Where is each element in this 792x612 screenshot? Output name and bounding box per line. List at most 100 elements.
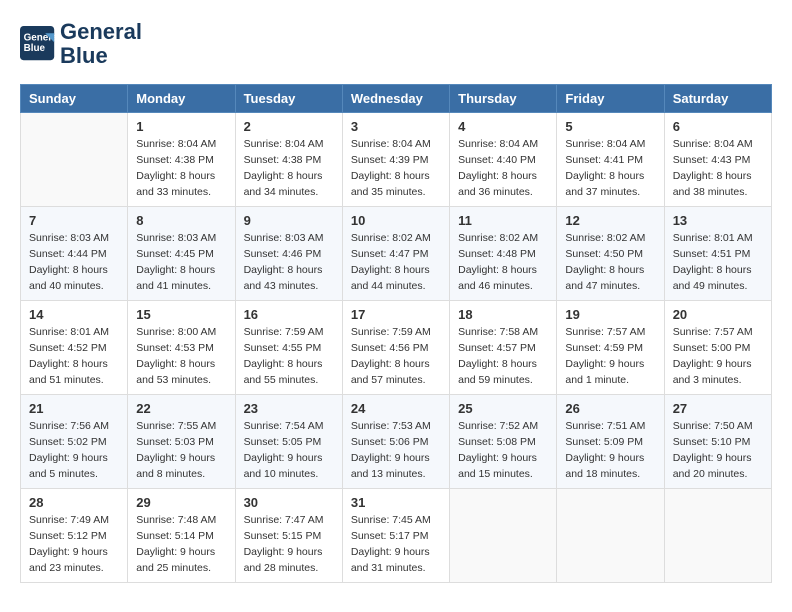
day-info: Sunrise: 7:51 AM Sunset: 5:09 PM Dayligh… [565, 419, 655, 482]
calendar-cell: 15 Sunrise: 8:00 AM Sunset: 4:53 PM Dayli… [128, 301, 235, 395]
day-info: Sunrise: 8:01 AM Sunset: 4:52 PM Dayligh… [29, 325, 119, 388]
calendar-cell: 14 Sunrise: 8:01 AM Sunset: 4:52 PM Dayli… [21, 301, 128, 395]
weekday-header-friday: Friday [557, 85, 664, 113]
day-number: 4 [458, 119, 548, 134]
week-row-5: 28 Sunrise: 7:49 AM Sunset: 5:12 PM Dayli… [21, 489, 772, 583]
weekday-header-row: SundayMondayTuesdayWednesdayThursdayFrid… [21, 85, 772, 113]
day-info: Sunrise: 8:02 AM Sunset: 4:47 PM Dayligh… [351, 231, 441, 294]
day-number: 21 [29, 401, 119, 416]
calendar-cell: 10 Sunrise: 8:02 AM Sunset: 4:47 PM Dayli… [342, 207, 449, 301]
day-info: Sunrise: 7:59 AM Sunset: 4:55 PM Dayligh… [244, 325, 334, 388]
day-info: Sunrise: 7:50 AM Sunset: 5:10 PM Dayligh… [673, 419, 763, 482]
day-info: Sunrise: 7:48 AM Sunset: 5:14 PM Dayligh… [136, 513, 226, 576]
calendar-cell: 4Sunrise: 8:04 AM Sunset: 4:40 PM Daylig… [450, 113, 557, 207]
day-info: Sunrise: 8:04 AM Sunset: 4:38 PM Dayligh… [244, 137, 334, 200]
calendar-cell: 26 Sunrise: 7:51 AM Sunset: 5:09 PM Dayli… [557, 395, 664, 489]
day-number: 14 [29, 307, 119, 322]
logo-icon: General Blue [20, 26, 56, 62]
calendar-table: SundayMondayTuesdayWednesdayThursdayFrid… [20, 84, 772, 583]
calendar-cell: 12Sunrise: 8:02 AM Sunset: 4:50 PM Dayli… [557, 207, 664, 301]
day-number: 20 [673, 307, 763, 322]
day-number: 31 [351, 495, 441, 510]
day-info: Sunrise: 7:58 AM Sunset: 4:57 PM Dayligh… [458, 325, 548, 388]
day-number: 9 [244, 213, 334, 228]
calendar-cell [450, 489, 557, 583]
calendar-cell: 27Sunrise: 7:50 AM Sunset: 5:10 PM Dayli… [664, 395, 771, 489]
day-number: 13 [673, 213, 763, 228]
day-number: 24 [351, 401, 441, 416]
day-info: Sunrise: 7:53 AM Sunset: 5:06 PM Dayligh… [351, 419, 441, 482]
day-info: Sunrise: 8:04 AM Sunset: 4:43 PM Dayligh… [673, 137, 763, 200]
calendar-cell: 2 Sunrise: 8:04 AM Sunset: 4:38 PM Daylig… [235, 113, 342, 207]
day-info: Sunrise: 8:04 AM Sunset: 4:38 PM Dayligh… [136, 137, 226, 200]
day-number: 10 [351, 213, 441, 228]
day-number: 26 [565, 401, 655, 416]
day-info: Sunrise: 8:04 AM Sunset: 4:39 PM Dayligh… [351, 137, 441, 200]
day-number: 22 [136, 401, 226, 416]
day-number: 1 [136, 119, 226, 134]
calendar-cell: 13 Sunrise: 8:01 AM Sunset: 4:51 PM Dayli… [664, 207, 771, 301]
calendar-cell: 17 Sunrise: 7:59 AM Sunset: 4:56 PM Dayli… [342, 301, 449, 395]
day-number: 28 [29, 495, 119, 510]
calendar-cell: 20 Sunrise: 7:57 AM Sunset: 5:00 PM Dayli… [664, 301, 771, 395]
day-number: 2 [244, 119, 334, 134]
day-number: 16 [244, 307, 334, 322]
day-info: Sunrise: 7:59 AM Sunset: 4:56 PM Dayligh… [351, 325, 441, 388]
day-info: Sunrise: 8:02 AM Sunset: 4:48 PM Dayligh… [458, 231, 548, 294]
page-header: General Blue General Blue [20, 20, 772, 68]
day-info: Sunrise: 8:03 AM Sunset: 4:44 PM Dayligh… [29, 231, 119, 294]
day-info: Sunrise: 7:45 AM Sunset: 5:17 PM Dayligh… [351, 513, 441, 576]
calendar-cell: 19Sunrise: 7:57 AM Sunset: 4:59 PM Dayli… [557, 301, 664, 395]
day-number: 17 [351, 307, 441, 322]
logo-text: General Blue [60, 20, 142, 68]
day-info: Sunrise: 7:47 AM Sunset: 5:15 PM Dayligh… [244, 513, 334, 576]
calendar-cell: 5 Sunrise: 8:04 AM Sunset: 4:41 PM Daylig… [557, 113, 664, 207]
weekday-header-tuesday: Tuesday [235, 85, 342, 113]
calendar-cell: 1 Sunrise: 8:04 AM Sunset: 4:38 PM Daylig… [128, 113, 235, 207]
day-info: Sunrise: 7:57 AM Sunset: 5:00 PM Dayligh… [673, 325, 763, 388]
calendar-cell: 8Sunrise: 8:03 AM Sunset: 4:45 PM Daylig… [128, 207, 235, 301]
day-info: Sunrise: 8:00 AM Sunset: 4:53 PM Dayligh… [136, 325, 226, 388]
weekday-header-saturday: Saturday [664, 85, 771, 113]
calendar-cell: 31 Sunrise: 7:45 AM Sunset: 5:17 PM Dayli… [342, 489, 449, 583]
calendar-cell: 22 Sunrise: 7:55 AM Sunset: 5:03 PM Dayli… [128, 395, 235, 489]
calendar-cell: 25Sunrise: 7:52 AM Sunset: 5:08 PM Dayli… [450, 395, 557, 489]
weekday-header-monday: Monday [128, 85, 235, 113]
day-number: 30 [244, 495, 334, 510]
day-number: 11 [458, 213, 548, 228]
day-info: Sunrise: 7:56 AM Sunset: 5:02 PM Dayligh… [29, 419, 119, 482]
calendar-cell: 23 Sunrise: 7:54 AM Sunset: 5:05 PM Dayli… [235, 395, 342, 489]
day-number: 12 [565, 213, 655, 228]
calendar-cell: 11 Sunrise: 8:02 AM Sunset: 4:48 PM Dayli… [450, 207, 557, 301]
week-row-4: 21 Sunrise: 7:56 AM Sunset: 5:02 PM Dayli… [21, 395, 772, 489]
week-row-1: 1 Sunrise: 8:04 AM Sunset: 4:38 PM Daylig… [21, 113, 772, 207]
day-number: 15 [136, 307, 226, 322]
day-number: 5 [565, 119, 655, 134]
day-info: Sunrise: 7:57 AM Sunset: 4:59 PM Dayligh… [565, 325, 655, 388]
calendar-cell: 18 Sunrise: 7:58 AM Sunset: 4:57 PM Dayli… [450, 301, 557, 395]
day-info: Sunrise: 7:49 AM Sunset: 5:12 PM Dayligh… [29, 513, 119, 576]
calendar-cell: 21 Sunrise: 7:56 AM Sunset: 5:02 PM Dayli… [21, 395, 128, 489]
day-info: Sunrise: 7:54 AM Sunset: 5:05 PM Dayligh… [244, 419, 334, 482]
weekday-header-thursday: Thursday [450, 85, 557, 113]
calendar-cell [21, 113, 128, 207]
svg-text:Blue: Blue [24, 43, 46, 54]
calendar-cell: 7 Sunrise: 8:03 AM Sunset: 4:44 PM Daylig… [21, 207, 128, 301]
day-info: Sunrise: 8:04 AM Sunset: 4:41 PM Dayligh… [565, 137, 655, 200]
day-info: Sunrise: 7:55 AM Sunset: 5:03 PM Dayligh… [136, 419, 226, 482]
calendar-cell: 30 Sunrise: 7:47 AM Sunset: 5:15 PM Dayli… [235, 489, 342, 583]
logo: General Blue General Blue [20, 20, 142, 68]
day-number: 29 [136, 495, 226, 510]
day-info: Sunrise: 8:01 AM Sunset: 4:51 PM Dayligh… [673, 231, 763, 294]
calendar-cell: 3Sunrise: 8:04 AM Sunset: 4:39 PM Daylig… [342, 113, 449, 207]
week-row-3: 14 Sunrise: 8:01 AM Sunset: 4:52 PM Dayli… [21, 301, 772, 395]
weekday-header-wednesday: Wednesday [342, 85, 449, 113]
day-number: 18 [458, 307, 548, 322]
calendar-cell: 24 Sunrise: 7:53 AM Sunset: 5:06 PM Dayli… [342, 395, 449, 489]
calendar-cell: 16 Sunrise: 7:59 AM Sunset: 4:55 PM Dayli… [235, 301, 342, 395]
day-number: 7 [29, 213, 119, 228]
day-number: 23 [244, 401, 334, 416]
weekday-header-sunday: Sunday [21, 85, 128, 113]
day-info: Sunrise: 8:03 AM Sunset: 4:46 PM Dayligh… [244, 231, 334, 294]
day-info: Sunrise: 7:52 AM Sunset: 5:08 PM Dayligh… [458, 419, 548, 482]
